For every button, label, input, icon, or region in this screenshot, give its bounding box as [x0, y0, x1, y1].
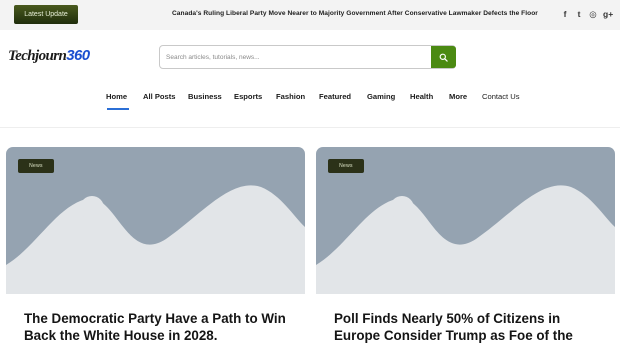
nav-active-indicator — [107, 108, 129, 110]
logo-text-number: 360 — [66, 47, 90, 64]
article-image-placeholder[interactable]: News — [6, 147, 305, 294]
instagram-icon[interactable]: ◎ — [589, 7, 597, 21]
nav-item-contact-us[interactable]: Contact Us — [482, 92, 520, 101]
nav-item-featured[interactable]: Featured — [319, 92, 351, 101]
main-nav: Home All Posts Business Esports Fashion … — [0, 88, 620, 112]
ticker-headline[interactable]: Canada's Ruling Liberal Party Move Neare… — [172, 10, 538, 17]
nav-item-home[interactable]: Home — [106, 92, 127, 101]
facebook-icon[interactable]: f — [561, 7, 569, 21]
article-card[interactable]: News The Democratic Party Have a Path to… — [6, 147, 305, 343]
site-logo[interactable]: Techjourn360 — [8, 47, 90, 65]
nav-item-all-posts[interactable]: All Posts — [143, 92, 176, 101]
google-plus-icon[interactable]: g+ — [603, 7, 613, 21]
social-links: f t ◎ g+ — [561, 7, 614, 21]
search-input[interactable] — [166, 49, 426, 66]
top-bar: Latest Update Canada's Ruling Liberal Pa… — [0, 0, 620, 30]
category-badge[interactable]: News — [328, 159, 364, 173]
twitter-icon[interactable]: t — [575, 7, 583, 21]
logo-text-main: Techjourn — [8, 48, 67, 64]
article-title[interactable]: The Democratic Party Have a Path to Win … — [24, 310, 296, 343]
article-image-placeholder[interactable]: News — [316, 147, 615, 294]
search-bar — [159, 45, 456, 69]
latest-update-button[interactable]: Latest Update — [14, 5, 78, 24]
nav-item-health[interactable]: Health — [410, 92, 433, 101]
nav-item-more[interactable]: More — [449, 92, 467, 101]
nav-item-business[interactable]: Business — [188, 92, 222, 101]
search-button[interactable] — [431, 46, 456, 68]
article-card[interactable]: News Poll Finds Nearly 50% of Citizens i… — [316, 147, 615, 343]
search-icon — [439, 53, 448, 62]
category-badge[interactable]: News — [18, 159, 54, 173]
nav-item-gaming[interactable]: Gaming — [367, 92, 395, 101]
divider — [0, 127, 620, 128]
article-title[interactable]: Poll Finds Nearly 50% of Citizens in Eur… — [334, 310, 606, 343]
nav-item-fashion[interactable]: Fashion — [276, 92, 305, 101]
nav-item-esports[interactable]: Esports — [234, 92, 262, 101]
